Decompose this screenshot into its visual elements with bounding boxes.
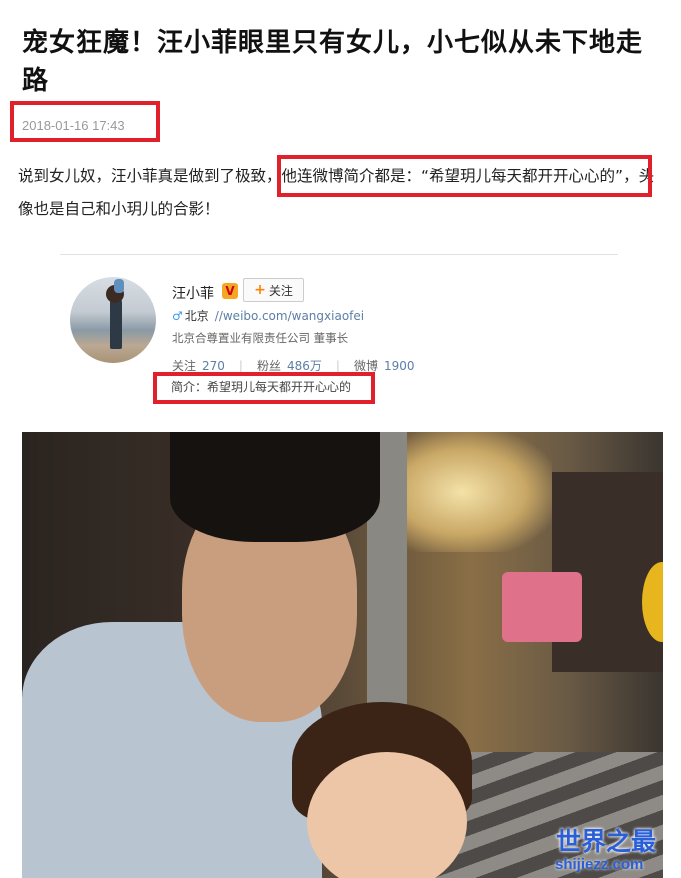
photo-man-hair bbox=[170, 432, 380, 542]
stat-posts-value[interactable]: 1900 bbox=[384, 359, 415, 373]
follow-button[interactable]: + 关注 bbox=[243, 278, 304, 302]
avatar-figure bbox=[110, 297, 122, 349]
watermark-title: 世界之最 bbox=[556, 827, 657, 856]
stat-separator: | bbox=[335, 358, 340, 373]
photo-toy bbox=[502, 572, 582, 642]
watermark-url: shijiezz.com bbox=[555, 856, 644, 873]
quote-highlight-box bbox=[277, 155, 652, 197]
stat-separator: | bbox=[238, 358, 243, 373]
profile-company: 北京合尊置业有限责任公司 董事长 bbox=[172, 331, 349, 345]
weibo-username[interactable]: 汪小菲 bbox=[172, 283, 214, 303]
avatar-child bbox=[114, 279, 124, 293]
plus-icon: + bbox=[254, 282, 266, 298]
profile-intro: 简介：希望玥儿每天都开开心心的 bbox=[171, 380, 352, 394]
location-text: 北京 bbox=[184, 309, 209, 323]
profile-avatar[interactable] bbox=[70, 277, 156, 363]
article-title: 宠女狂魔！汪小菲眼里只有女儿，小七似从未下地走路 bbox=[22, 28, 644, 96]
article-date: 2018-01-16 17:43 bbox=[22, 118, 125, 133]
verified-icon: V bbox=[222, 283, 238, 299]
follow-label: 关注 bbox=[268, 283, 293, 298]
profile-url-link[interactable]: //weibo.com/wangxiaofei bbox=[215, 309, 364, 323]
male-icon: ♂ bbox=[172, 308, 183, 323]
card-divider bbox=[60, 254, 618, 255]
profile-location-row: ♂ 北京 //weibo.com/wangxiaofei bbox=[172, 307, 364, 324]
stat-following-value[interactable]: 270 bbox=[202, 359, 225, 373]
selfie-photo bbox=[22, 432, 663, 878]
